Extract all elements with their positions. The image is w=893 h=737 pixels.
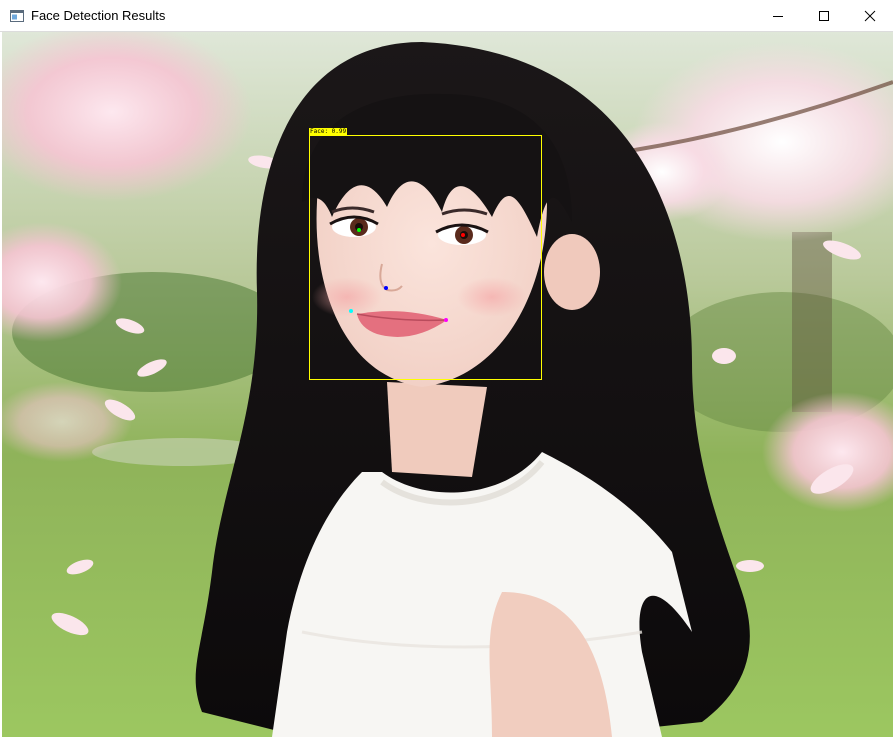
title-bar[interactable]: Face Detection Results <box>0 0 893 32</box>
detection-image-view: Face: 0.99 <box>2 32 893 737</box>
maximize-icon <box>819 11 829 21</box>
portrait-photo <box>2 32 893 737</box>
minimize-button[interactable] <box>755 0 801 32</box>
face-detection-window: Face Detection Results Face: 0.99 <box>0 0 893 737</box>
close-button[interactable] <box>847 0 893 32</box>
maximize-button[interactable] <box>801 0 847 32</box>
window-title: Face Detection Results <box>31 8 166 23</box>
minimize-icon <box>773 16 783 17</box>
app-window-icon <box>9 8 25 24</box>
window-controls <box>755 0 893 32</box>
close-icon <box>864 10 876 22</box>
